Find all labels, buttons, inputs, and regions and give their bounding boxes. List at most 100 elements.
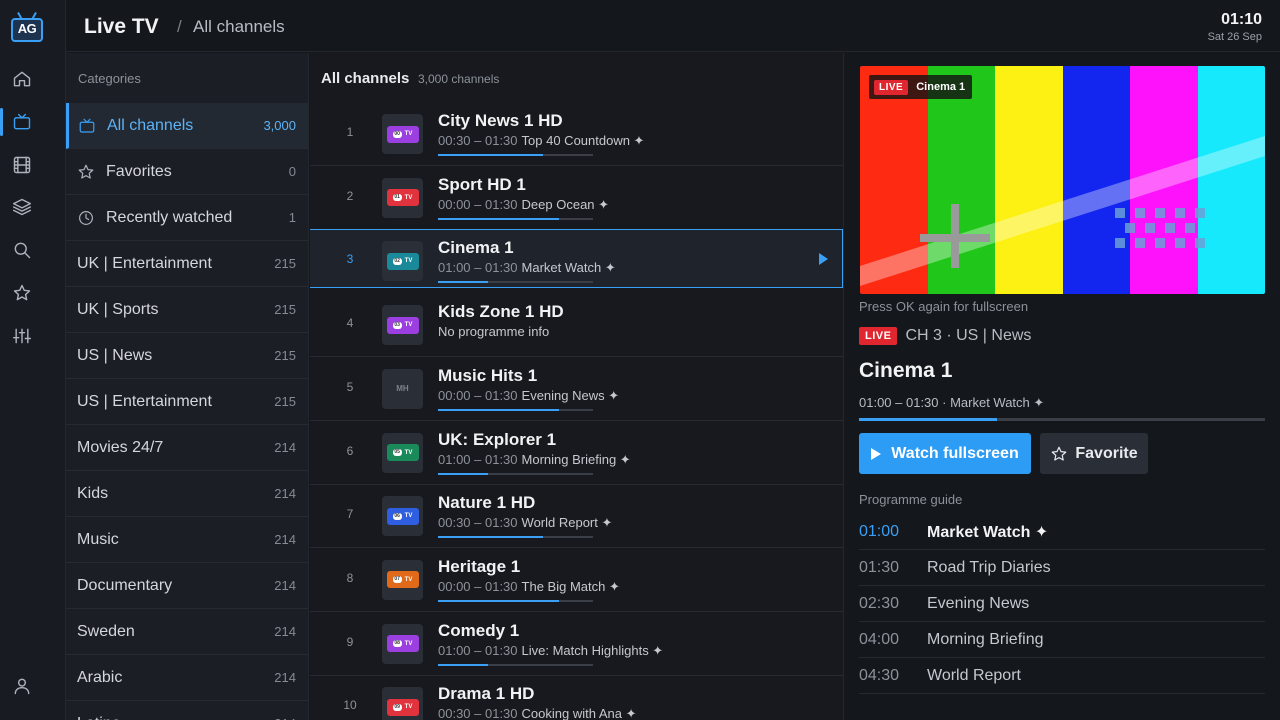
channel-logo-number: 03: [392, 321, 402, 329]
rail-settings-button[interactable]: [0, 318, 44, 354]
category-count: 214: [274, 486, 296, 501]
category-label: Recently watched: [106, 208, 233, 226]
category-item[interactable]: Recently watched 1: [66, 195, 308, 241]
category-count: 3,000: [263, 118, 296, 133]
channel-row[interactable]: 6 05 TV UK: Explorer 1 01:00 – 01:30 Morning …: [310, 422, 843, 485]
channel-row[interactable]: 9 08 TV Comedy 1 01:00 – 01:30 Live: Match Hi…: [310, 613, 843, 676]
channel-logo-suffix: TV: [404, 258, 413, 265]
channel-name: Nature 1 HD: [438, 493, 536, 513]
guide-row[interactable]: 04:00 Morning Briefing: [859, 622, 1265, 658]
programme-progress: [438, 599, 593, 602]
categories-title: Categories: [78, 71, 141, 86]
breadcrumb-separator: /: [177, 17, 182, 36]
guide-programme: World Report: [927, 666, 1021, 684]
now-playing-time: 01:00 – 01:30 · Market Watch ✦: [859, 395, 1045, 410]
play-icon[interactable]: [819, 253, 828, 266]
channel-logo-pill: 01 TV: [386, 189, 419, 207]
category-item[interactable]: Sweden 214: [66, 609, 308, 655]
channel-number: 8: [346, 570, 354, 585]
programme-progress-fill: [438, 599, 559, 602]
programme-title: World Report ✦: [521, 515, 613, 531]
channel-logo: 02 TV: [382, 241, 423, 282]
channel-number: 4: [346, 316, 354, 331]
star-icon: [77, 163, 95, 181]
channel-row[interactable]: 3 02 TV Cinema 1 01:00 – 01:30 Market Watch ✦: [310, 229, 843, 289]
category-item[interactable]: UK | Sports 215: [66, 287, 308, 333]
category-label: Movies 24/7: [77, 438, 164, 456]
category-label: UK | Entertainment: [77, 254, 212, 272]
programme-title: Market Watch ✦: [521, 260, 616, 276]
watch-fullscreen-button[interactable]: Watch fullscreen: [859, 433, 1031, 474]
rail-favorites-button[interactable]: [0, 275, 44, 311]
category-label: US | Entertainment: [77, 392, 212, 410]
category-label: Music: [77, 530, 119, 548]
rail-movies-button[interactable]: [0, 147, 44, 183]
rail-series-button[interactable]: [0, 189, 44, 225]
programme-title: No programme info: [438, 324, 550, 340]
category-item[interactable]: Arabic 214: [66, 655, 308, 701]
channel-name: Cinema 1: [438, 238, 514, 258]
programme-time: 00:00 – 01:30: [438, 196, 518, 212]
channel-row[interactable]: 7 06 TV Nature 1 HD 00:30 – 01:30 World Repor…: [310, 485, 843, 549]
channel-logo-number: 01: [392, 194, 402, 202]
category-item[interactable]: Documentary 214: [66, 563, 308, 609]
rail-search-button[interactable]: [0, 232, 44, 268]
guide-row[interactable]: 02:30 Evening News: [859, 586, 1265, 622]
category-count: 214: [274, 440, 296, 455]
fullscreen-hint: Press OK again for fullscreen: [859, 299, 1029, 314]
programme-progress: [438, 281, 593, 284]
category-count: 214: [274, 624, 296, 639]
programme-time: 00:00 – 01:30: [438, 578, 518, 594]
guide-time: 01:30: [859, 558, 900, 576]
category-count: 214: [274, 532, 296, 547]
channel-name: Music Hits 1: [438, 365, 538, 385]
channel-row[interactable]: 8 07 TV Heritage 1 00:00 – 01:30 The Big Matc…: [310, 549, 843, 612]
category-count: 214: [274, 670, 296, 685]
category-item[interactable]: Favorites 0: [66, 149, 308, 195]
channels-title: All channels: [321, 70, 410, 87]
favorite-button[interactable]: Favorite: [1040, 433, 1148, 474]
rail-home-button[interactable]: [0, 61, 44, 97]
category-item[interactable]: US | Entertainment 215: [66, 379, 308, 425]
category-item[interactable]: UK | Entertainment 215: [66, 241, 308, 287]
channel-programme: 01:00 – 01:30 Morning Briefing ✦: [438, 452, 631, 468]
channel-logo-number: 08: [392, 640, 402, 648]
channel-logo-pill: 02 TV: [386, 252, 419, 270]
rail-profile-button[interactable]: [0, 668, 44, 704]
guide-row[interactable]: 04:30 World Report: [859, 658, 1265, 694]
channel-logo-suffix: TV: [404, 194, 413, 201]
channel-name: Comedy 1: [438, 620, 520, 640]
category-item[interactable]: Music 214: [66, 517, 308, 563]
category-item[interactable]: US | News 215: [66, 333, 308, 379]
channel-logo-text: MH: [396, 384, 409, 394]
user-icon: [14, 678, 30, 695]
video-preview[interactable]: LIVE Cinema 1: [860, 66, 1265, 294]
nav-rail: AG: [0, 0, 66, 720]
channel-logo-number: 05: [392, 449, 402, 456]
programme-guide-title: Programme guide: [859, 492, 963, 507]
channel-logo: 05 TV: [382, 432, 423, 473]
sliders-icon: [12, 328, 32, 344]
category-item[interactable]: Movies 24/7 214: [66, 425, 308, 471]
category-count: 214: [274, 578, 296, 593]
channel-name: Sport HD 1: [438, 174, 526, 194]
rail-live-tv-button[interactable]: [0, 104, 44, 140]
channel-logo: 01 TV: [382, 177, 423, 218]
channel-row[interactable]: 4 03 TV Kids Zone 1 HD No programme info: [310, 294, 843, 358]
channel-row[interactable]: 1 00 TV City News 1 HD 00:30 – 01:30 Top 40 C…: [310, 103, 843, 166]
channel-name: Drama 1 HD: [438, 684, 535, 704]
guide-row[interactable]: 01:00 Market Watch ✦: [859, 514, 1265, 550]
guide-row[interactable]: 01:30 Road Trip Diaries: [859, 550, 1265, 586]
channel-logo-number: 07: [392, 576, 402, 584]
channel-row[interactable]: 2 01 TV Sport HD 1 00:00 – 01:30 Deep Ocean ✦: [310, 167, 843, 230]
channels-panel: All channels 3,000 channels 1 00 TV City Ne…: [310, 53, 844, 720]
channel-number: 5: [346, 379, 354, 394]
channel-row[interactable]: 10 09 TV Drama 1 HD 00:30 – 01:30 Cooking wit…: [310, 676, 843, 720]
guide-programme: Market Watch ✦: [927, 523, 1049, 541]
category-item[interactable]: Latino214: [66, 701, 308, 720]
programme-title: Deep Ocean ✦: [521, 196, 610, 212]
programme-time: 00:30 – 01:30: [438, 133, 518, 148]
category-item[interactable]: Kids 214: [66, 471, 308, 517]
category-item[interactable]: All channels 3,000: [66, 103, 308, 149]
channel-row[interactable]: 5 MH Music Hits 1 00:00 – 01:30 Evening News…: [310, 358, 843, 421]
